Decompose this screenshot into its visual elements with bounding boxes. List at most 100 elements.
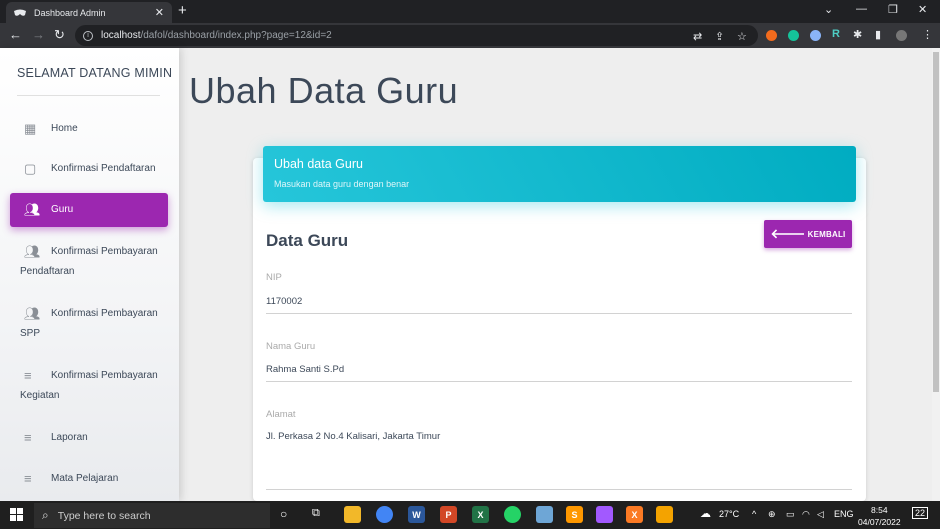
sublime-text-icon[interactable]: S [566,506,583,523]
search-placeholder: Type here to search [57,509,151,522]
address-bar[interactable]: i localhost /dafol/dashboard/index.php?p… [75,25,758,46]
language-indicator[interactable]: ENG [834,509,854,519]
extension-r-icon[interactable]: R [832,28,840,40]
back-button[interactable]: 🡐 KEMBALI [764,220,852,248]
browser-tab[interactable]: Dashboard Admin ✕ [6,2,172,23]
powerpoint-icon[interactable]: P [440,506,457,523]
sidebar-item-label: Konfirmasi Pendaftaran [51,163,156,174]
sidebar-item-home[interactable]: ▦ Home [10,122,168,138]
word-icon[interactable]: W [408,506,425,523]
notification-count[interactable]: 22 [912,507,929,519]
list-icon: ≡ [24,430,32,445]
windows-start-icon[interactable] [10,508,24,522]
clock-date: 04/07/2022 [858,517,901,527]
clipboard-icon: ▢ [24,161,37,176]
weather-temp[interactable]: 27°C [719,509,739,519]
reload-icon[interactable]: ↻ [54,27,65,43]
side-panel-icon[interactable]: ▮ [875,28,881,41]
sidebar-item-label: Home [51,123,78,134]
sidebar-item-label: Laporan [51,432,88,443]
sidebar-item-label: Konfirmasi Pembayaran [51,370,158,381]
sidebar-item-laporan[interactable]: ≡ Laporan [10,431,168,447]
site-info-icon[interactable]: i [83,30,93,41]
form-card [253,158,866,501]
puzzle-extensions-icon[interactable]: ✱ [853,28,862,41]
mask-icon [14,9,26,16]
sidebar-item-konfirmasi-pembayaran-kegiatan[interactable]: ≡ Konfirmasi Pembayaran Kegiatan [10,369,168,403]
tab-title: Dashboard Admin [34,7,106,18]
arrow-left-icon: 🡐 [770,226,806,241]
bookmark-star-icon[interactable]: ☆ [737,30,747,43]
sidebar-item-label: Konfirmasi Pembayaran [51,308,158,319]
list-icon: ≡ [24,368,32,383]
task-view-icon[interactable]: ⧉ [312,507,320,520]
extension-icon[interactable] [766,30,777,41]
alamat-textarea[interactable]: Jl. Perkasa 2 No.4 Kalisari, Jakarta Tim… [266,431,440,442]
close-window-button[interactable]: ✕ [918,3,927,16]
url-path: /dafol/dashboard/index.php?page=12&id=2 [140,30,332,41]
sidebar-item-label-line2: SPP [20,328,41,339]
profile-avatar[interactable] [896,30,907,41]
wifi-icon[interactable]: ◠ [802,509,810,520]
sidebar-item-label: Mata Pelajaran [51,473,119,484]
people-icon: 👥︎ [24,244,41,259]
alamat-underline [266,489,852,490]
translate-icon[interactable]: ⇄ [693,30,702,43]
nip-label: NIP [266,272,282,283]
app-icon[interactable] [536,506,553,523]
clock[interactable]: 8:54 04/07/2022 [858,504,901,528]
xampp-icon[interactable]: X [626,506,643,523]
forward-arrow-icon[interactable]: → [32,27,45,42]
clock-time: 8:54 [871,505,888,515]
sidebar-brand[interactable]: SELAMAT DATANG MIMIN [17,66,172,80]
excel-icon[interactable]: X [472,506,489,523]
share-icon[interactable]: ⇪ [715,30,724,43]
dashboard-icon: ▦ [24,121,37,136]
sidebar-item-guru[interactable]: 👥︎ Guru [10,193,168,227]
chrome-icon[interactable] [376,506,393,523]
nama-guru-field[interactable]: Rahma Santi S.Pd [266,364,344,375]
nip-underline [266,313,852,314]
card-header: Ubah data Guru Masukan data guru dengan … [263,146,856,202]
people-icon: 👥︎ [24,202,41,217]
sidebar-item-label-line2: Pendaftaran [20,266,75,277]
figma-icon[interactable] [596,506,613,523]
grammarly-icon[interactable] [788,30,799,41]
alamat-label: Alamat [266,409,296,420]
extension-icon[interactable] [810,30,821,41]
card-header-subtitle: Masukan data guru dengan benar [274,179,410,189]
people-icon: 👥︎ [24,306,41,321]
app-icon[interactable] [656,506,673,523]
back-arrow-icon[interactable]: ← [9,27,22,42]
browser-toolbar: ← → ↻ i localhost /dafol/dashboard/index… [0,23,940,48]
sidebar-item-label: Konfirmasi Pembayaran [51,246,158,257]
card-header-title: Ubah data Guru [274,157,363,171]
file-explorer-icon[interactable] [344,506,361,523]
taskbar: ⌕ Type here to search ○ ⧉ W P X S X ☁ 27… [0,501,940,529]
tray-chevron-up-icon[interactable]: ^ [752,509,756,519]
scrollbar-thumb[interactable] [933,52,939,392]
sidebar-item-konfirmasi-pembayaran-pendaftaran[interactable]: 👥︎ Konfirmasi Pembayaran Pendaftaran [10,245,168,279]
nama-guru-underline [266,381,852,382]
new-tab-button[interactable]: + [178,2,187,19]
whatsapp-icon[interactable] [504,506,521,523]
list-icon: ≡ [24,471,32,486]
sidebar-item-konfirmasi-pembayaran-spp[interactable]: 👥︎ Konfirmasi Pembayaran SPP [10,307,168,341]
sidebar: SELAMAT DATANG MIMIN ▦ Home ▢ Konfirmasi… [0,48,179,501]
network-icon[interactable]: ⊕ [768,509,776,520]
nip-field[interactable]: 1170002 [266,296,302,307]
sidebar-item-konfirmasi-pendaftaran[interactable]: ▢ Konfirmasi Pendaftaran [10,162,168,178]
sidebar-item-label: Guru [51,204,74,215]
menu-kebab-icon[interactable]: ⋮ [922,28,933,41]
cortana-icon[interactable]: ○ [280,507,287,521]
restore-button[interactable]: ❐ [888,3,898,16]
volume-icon[interactable]: ◁ [817,509,824,520]
close-tab-icon[interactable]: ✕ [155,6,164,19]
taskbar-search-input[interactable]: ⌕ Type here to search [34,503,270,528]
tab-search-icon[interactable]: ⌄ [824,3,833,16]
battery-icon[interactable]: ▭ [786,509,795,520]
sidebar-item-mata-pelajaran[interactable]: ≡ Mata Pelajaran [10,472,168,488]
nama-guru-label: Nama Guru [266,341,316,352]
minimize-button[interactable]: — [856,3,867,15]
page-title: Ubah Data Guru [189,70,459,111]
